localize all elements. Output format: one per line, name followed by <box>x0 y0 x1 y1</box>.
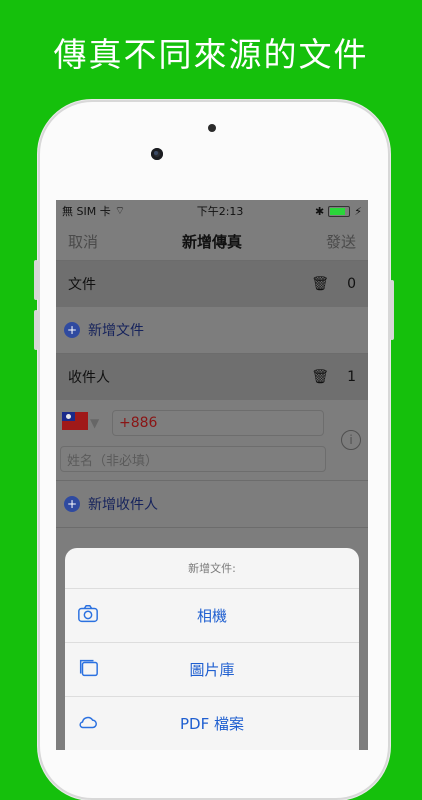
proximity-sensor <box>208 124 216 132</box>
trash-icon[interactable]: 🗑 <box>311 369 329 385</box>
charging-icon: ⚡ <box>354 204 362 218</box>
recipients-count: 1 <box>347 369 356 385</box>
photo-library-option-label: 圖片庫 <box>189 661 235 679</box>
camera-option[interactable]: 相機 <box>65 589 359 643</box>
side-button <box>34 260 38 300</box>
info-icon[interactable]: i <box>341 430 361 450</box>
pdf-file-option-label: PDF 檔案 <box>180 715 244 733</box>
wifi-icon: ⌔ <box>114 204 126 217</box>
carrier-label: 無 SIM 卡 <box>62 205 111 218</box>
status-bar: 無 SIM 卡 ⌔ 下午2:13 ✱ ⚡ <box>56 200 368 222</box>
camera-option-label: 相機 <box>196 607 227 625</box>
action-sheet: 新增文件: 相機 圖片庫 PDF 檔案 <box>65 548 359 750</box>
bluetooth-icon: ✱ <box>315 204 325 218</box>
photo-library-icon <box>77 657 99 679</box>
side-button <box>34 310 38 350</box>
dropdown-caret-icon[interactable]: ▼ <box>90 416 99 430</box>
cancel-button[interactable]: 取消 <box>68 231 98 252</box>
battery-icon <box>328 205 351 217</box>
recipients-section-header: 收件人 🗑 1 <box>56 354 368 400</box>
fax-number-field[interactable]: +886 <box>112 410 324 436</box>
add-file-label: 新增文件 <box>88 323 144 339</box>
files-section-label: 文件 <box>68 277 96 293</box>
photo-library-option[interactable]: 圖片庫 <box>65 643 359 697</box>
files-count: 0 <box>347 276 356 292</box>
recipient-entry: ▼ +886 姓名（非必填） i <box>56 400 368 481</box>
recipients-section-label: 收件人 <box>68 370 110 386</box>
action-sheet-title: 新增文件: <box>65 548 359 589</box>
plus-circle-icon: + <box>64 496 80 512</box>
front-camera <box>151 148 163 160</box>
taiwan-flag-icon[interactable] <box>62 412 88 430</box>
status-time: 下午2:13 <box>196 205 244 218</box>
headline: 傳真不同來源的文件 <box>53 35 369 74</box>
add-recipient-row[interactable]: + 新增收件人 <box>56 481 368 528</box>
send-button[interactable]: 發送 <box>326 231 356 252</box>
recipient-name-field[interactable]: 姓名（非必填） <box>60 446 326 472</box>
side-button <box>390 280 394 340</box>
cloud-icon <box>77 711 99 733</box>
add-recipient-label: 新增收件人 <box>88 497 158 513</box>
files-section-header: 文件 🗑 0 <box>56 261 368 307</box>
trash-icon[interactable]: 🗑 <box>311 276 329 292</box>
page-title: 新增傳真 <box>181 232 242 251</box>
camera-icon <box>77 603 99 625</box>
add-file-row[interactable]: + 新增文件 <box>56 307 368 354</box>
app-screen: 無 SIM 卡 ⌔ 下午2:13 ✱ ⚡ 取消 新增傳真 發送 文件 🗑 0 +… <box>56 200 368 750</box>
navigation-bar: 取消 新增傳真 發送 <box>56 222 368 261</box>
pdf-file-option[interactable]: PDF 檔案 <box>65 697 359 750</box>
plus-circle-icon: + <box>64 322 80 338</box>
